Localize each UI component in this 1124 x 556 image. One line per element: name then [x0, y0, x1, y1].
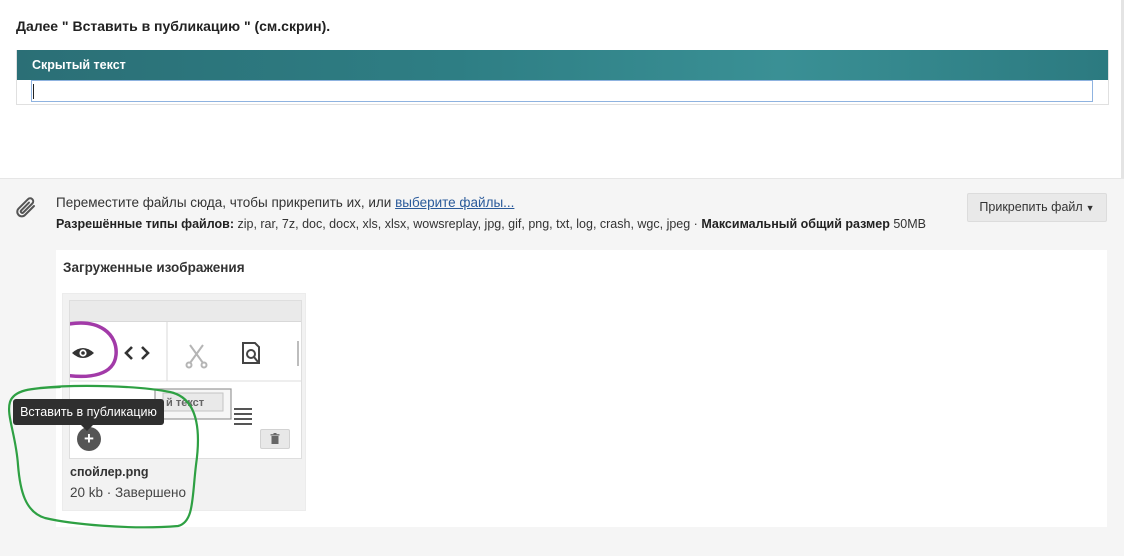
max-size-value: 50MB: [889, 217, 926, 231]
max-size-label: Максимальный общий размер: [701, 217, 890, 231]
uploaded-images-panel: Загруженные изображения й текст + спойле…: [56, 250, 1107, 527]
drop-zone-text: Переместите файлы сюда, чтобы прикрепить…: [56, 195, 514, 210]
allowed-types-value: zip, rar, 7z, doc, docx, xls, xlsx, wows…: [234, 217, 702, 231]
uploaded-images-title: Загруженные изображения: [63, 260, 245, 275]
spoiler-content-field[interactable]: [31, 80, 1093, 102]
drop-instruction: Переместите файлы сюда, чтобы прикрепить…: [56, 195, 396, 210]
delete-file-button[interactable]: [260, 429, 290, 449]
instruction-text: Далее " Вставить в публикацию " (см.скри…: [16, 18, 331, 34]
attach-file-label: Прикрепить файл: [979, 200, 1083, 214]
paperclip-icon: [14, 195, 40, 228]
caret-down-icon: ▼: [1085, 203, 1095, 213]
spoiler-header[interactable]: Скрытый текст: [17, 50, 1108, 80]
allowed-types-line: Разрешённые типы файлов: zip, rar, 7z, d…: [56, 217, 926, 231]
attach-file-button[interactable]: Прикрепить файл ▼: [967, 193, 1107, 222]
text-cursor: [33, 84, 34, 99]
allowed-types-label: Разрешённые типы файлов:: [56, 217, 234, 231]
green-annotation-circle: [8, 384, 200, 529]
choose-files-link[interactable]: выберите файлы...: [395, 195, 514, 210]
spoiler-block: Скрытый текст: [16, 50, 1109, 105]
trash-icon: [270, 433, 280, 445]
